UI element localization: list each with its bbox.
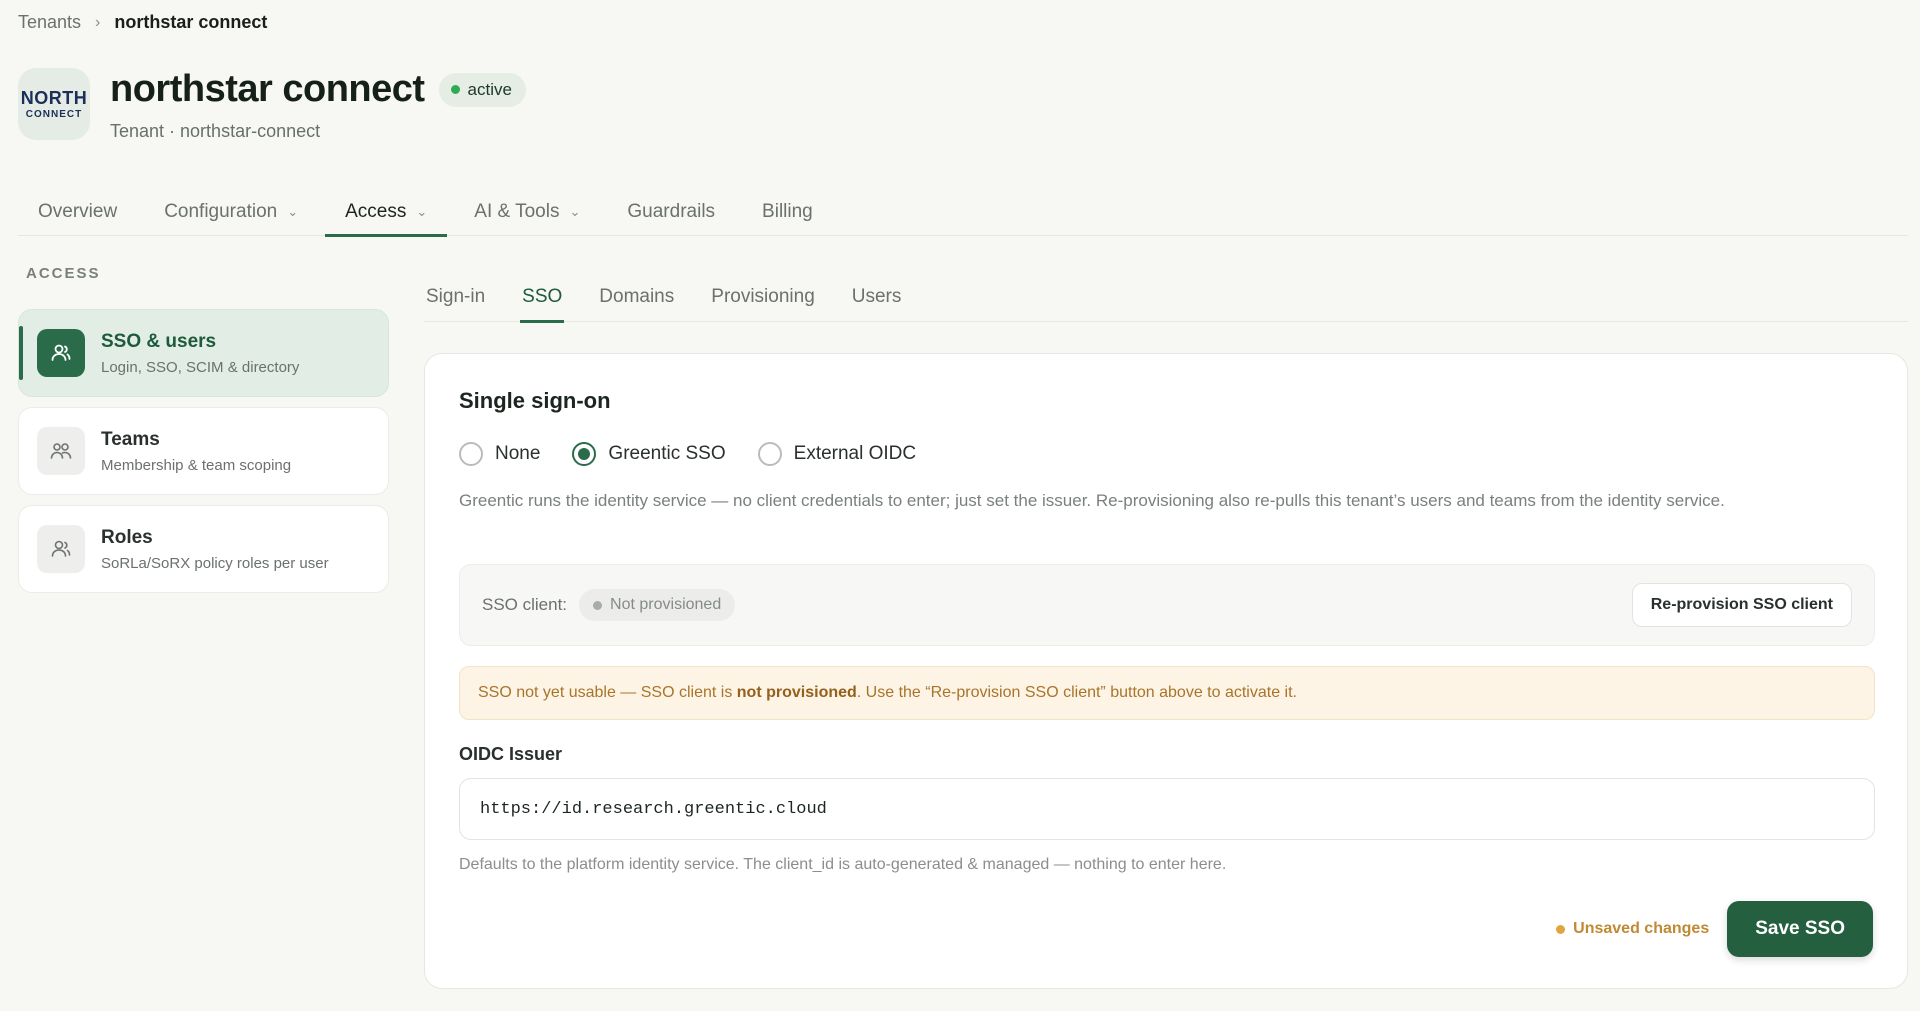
radio-circle[interactable]: [572, 442, 597, 466]
page-title: northstar connect: [110, 68, 425, 110]
subtab-domains[interactable]: Domains: [597, 272, 676, 322]
tab-label: Billing: [762, 201, 813, 222]
warning-alert: SSO not yet usable — SSO client is not p…: [459, 666, 1875, 720]
logo-line2: CONNECT: [25, 108, 83, 120]
logo-line1: NORTH: [20, 87, 88, 108]
sub-tabs: Sign-in SSO Domains Provisioning Users: [424, 272, 1908, 323]
sso-client-status-badge: Not provisioned: [579, 589, 736, 621]
sidebar-item-desc: SoRLa/SoRX policy roles per user: [101, 554, 329, 572]
sidebar: SSO & users Login, SSO, SCIM & directory…: [18, 309, 389, 603]
status-label: active: [467, 79, 512, 99]
tab-overview[interactable]: Overview: [18, 188, 137, 236]
reprovision-sso-client-button[interactable]: Re-provision SSO client: [1631, 583, 1852, 627]
oidc-issuer-help: Defaults to the platform identity servic…: [459, 856, 1227, 873]
tenant-logo: NORTH CONNECT: [18, 68, 90, 140]
status-dot-icon: [450, 85, 460, 94]
sso-description: Greentic runs the identity service — no …: [459, 491, 1725, 510]
radio-none[interactable]: None: [459, 442, 540, 466]
save-sso-button[interactable]: Save SSO: [1727, 901, 1873, 957]
radio-label: External OIDC: [793, 443, 917, 464]
subtab-users[interactable]: Users: [850, 272, 904, 322]
status-dot-icon: [593, 600, 603, 610]
status-badge: active: [438, 72, 526, 107]
sidebar-item-roles[interactable]: Roles SoRLa/SoRX policy roles per user: [18, 505, 389, 593]
user-role-icon: [37, 525, 85, 573]
breadcrumb-current: northstar connect: [114, 12, 268, 32]
tab-guardrails[interactable]: Guardrails: [607, 188, 735, 236]
sso-card: Single sign-on None Greentic SSO Externa…: [424, 353, 1908, 989]
unsaved-label: Unsaved changes: [1573, 920, 1710, 937]
radio-label: Greentic SSO: [608, 443, 726, 464]
oidc-issuer-label: OIDC Issuer: [459, 744, 563, 764]
chevron-down-icon: ⌄: [287, 204, 299, 219]
card-title: Single sign-on: [459, 388, 611, 413]
tab-label: Configuration: [164, 201, 278, 222]
breadcrumb: Tenants › northstar connect: [18, 12, 267, 33]
sidebar-item-teams[interactable]: Teams Membership & team scoping: [18, 407, 389, 495]
breadcrumb-tenants-link[interactable]: Tenants: [18, 12, 81, 33]
radio-circle[interactable]: [459, 442, 483, 466]
alert-text-post: . Use the “Re-provision SSO client” butt…: [856, 684, 1297, 701]
radio-external-oidc[interactable]: External OIDC: [757, 442, 917, 466]
tab-configuration[interactable]: Configuration ⌄: [144, 188, 318, 236]
tenant-subtitle: Tenant · northstar-connect: [110, 121, 321, 141]
subtab-sso[interactable]: SSO: [520, 272, 565, 323]
alert-text-bold: not provisioned: [736, 684, 857, 701]
tab-label: AI & Tools: [474, 201, 560, 222]
tab-ai-tools[interactable]: AI & Tools ⌄: [454, 188, 600, 236]
sidebar-item-desc: Login, SSO, SCIM & directory: [101, 358, 300, 376]
users-icon: [37, 427, 85, 475]
sidebar-section-label: ACCESS: [26, 265, 101, 282]
radio-label: None: [495, 443, 541, 464]
tab-billing[interactable]: Billing: [742, 188, 833, 236]
main-tabs: Overview Configuration ⌄ Access ⌄ AI & Too…: [18, 188, 1908, 237]
sso-client-panel: SSO client: Not provisioned Re-provision…: [459, 564, 1875, 646]
sidebar-item-title: SSO & users: [101, 330, 217, 352]
sidebar-item-sso-users[interactable]: SSO & users Login, SSO, SCIM & directory: [18, 309, 389, 397]
unsaved-indicator: Unsaved changes: [1556, 920, 1709, 938]
sidebar-item-title: Roles: [101, 526, 153, 548]
card-footer: Unsaved changes Save SSO: [1556, 901, 1873, 957]
chevron-right-icon: ›: [95, 13, 101, 31]
radio-greentic-sso[interactable]: Greentic SSO: [572, 442, 726, 466]
unsaved-dot-icon: [1556, 924, 1566, 934]
sso-client-status: Not provisioned: [610, 596, 722, 613]
tenant-header: NORTH CONNECT northstar connect active T…: [18, 68, 526, 142]
tab-label: Access: [345, 201, 407, 222]
tab-label: Guardrails: [627, 201, 716, 222]
radio-circle[interactable]: [757, 442, 782, 466]
tab-access[interactable]: Access ⌄: [325, 188, 448, 237]
subtab-provisioning[interactable]: Provisioning: [709, 272, 817, 322]
sidebar-item-desc: Membership & team scoping: [101, 456, 292, 474]
sso-client-label: SSO client:: [482, 595, 568, 614]
sso-mode-radio-group: None Greentic SSO External OIDC: [459, 442, 916, 466]
subtab-sign-in[interactable]: Sign-in: [424, 272, 487, 322]
user-icon: [37, 329, 85, 377]
chevron-down-icon: ⌄: [416, 204, 428, 219]
chevron-down-icon: ⌄: [569, 204, 581, 219]
alert-text-pre: SSO not yet usable — SSO client is: [478, 684, 737, 701]
oidc-issuer-input[interactable]: [459, 778, 1875, 840]
tab-label: Overview: [38, 201, 118, 222]
sidebar-item-title: Teams: [101, 428, 160, 450]
